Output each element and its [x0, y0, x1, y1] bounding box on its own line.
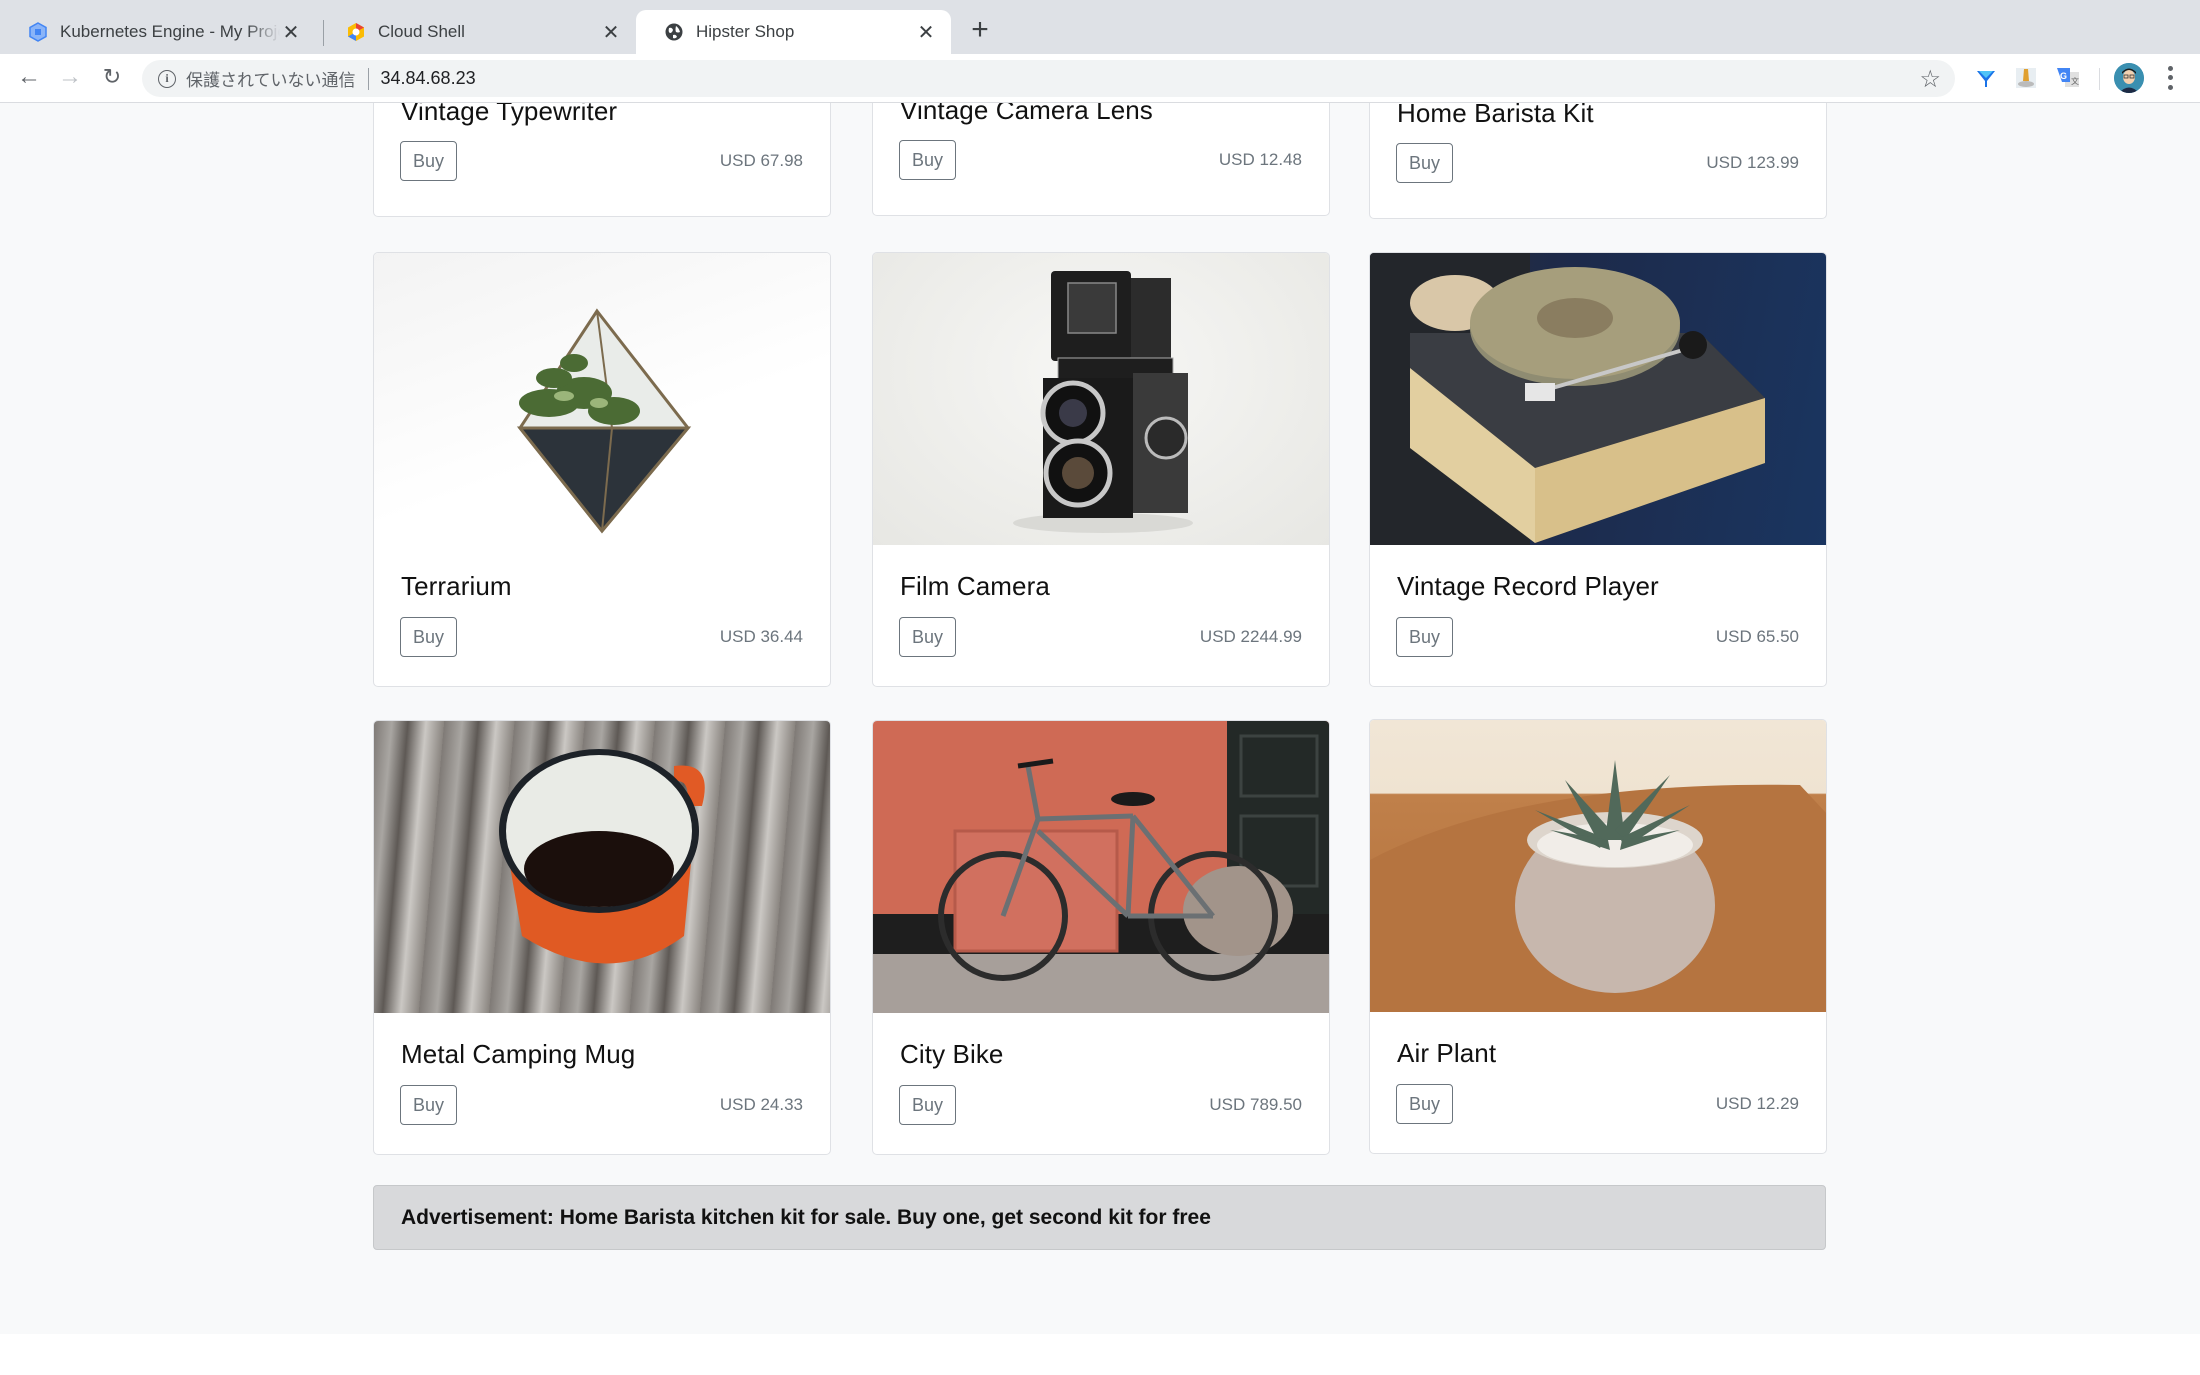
product-card-vintage-typewriter[interactable]: Vintage Typewriter Buy USD 67.98 [373, 103, 831, 217]
buy-button[interactable]: Buy [400, 617, 457, 657]
product-card-city-bike[interactable]: City Bike Buy USD 789.50 [872, 720, 1330, 1155]
product-price: USD 67.98 [719, 151, 803, 170]
address-bar[interactable]: i 保護されていない通信 34.84.68.23 ☆ [142, 60, 1955, 97]
info-icon[interactable]: i [158, 69, 176, 88]
product-name[interactable]: Vintage Typewriter [401, 103, 617, 127]
product-price: USD 789.50 [1209, 1095, 1302, 1114]
product-name[interactable]: Vintage Camera Lens [900, 103, 1153, 126]
buy-button[interactable]: Buy [1396, 617, 1453, 657]
bookmark-star-icon[interactable]: ☆ [1919, 65, 1941, 94]
globe-icon [664, 22, 684, 42]
forward-button[interactable]: → [55, 62, 85, 92]
svg-text:文: 文 [2071, 76, 2079, 86]
product-image-city-bike[interactable] [873, 721, 1329, 1013]
product-image-record-player[interactable] [1370, 253, 1826, 545]
tab-hipster-shop[interactable]: Hipster Shop ✕ [636, 10, 951, 54]
address-divider [367, 67, 369, 90]
tab-title: Cloud Shell [378, 22, 465, 41]
buy-button[interactable]: Buy [899, 617, 956, 657]
buy-button[interactable]: Buy [400, 1085, 457, 1125]
shop-page: Vintage Typewriter Buy USD 67.98 Vintage… [0, 103, 2200, 1334]
product-name[interactable]: Air Plant [1397, 1038, 1496, 1069]
browser-tab-strip: Kubernetes Engine - My Project ✕ Cloud S… [0, 0, 2200, 54]
product-image-air-plant[interactable] [1370, 720, 1826, 1012]
buy-button[interactable]: Buy [1396, 1084, 1453, 1124]
reload-button[interactable]: ↻ [97, 62, 127, 92]
buy-button[interactable]: Buy [899, 140, 956, 180]
product-image-terrarium[interactable] [374, 253, 830, 545]
close-tab-icon[interactable]: ✕ [915, 21, 937, 44]
product-price: USD 36.44 [719, 627, 803, 646]
tab-title: Kubernetes Engine - My Project [60, 22, 280, 41]
product-price: USD 65.50 [1715, 627, 1799, 646]
advertisement-text: Advertisement: Home Barista kitchen kit … [401, 1205, 1211, 1229]
tab-title: Hipster Shop [696, 22, 795, 41]
product-image-camping-mug[interactable] [374, 721, 830, 1013]
security-status-label[interactable]: 保護されていない通信 [186, 66, 356, 91]
tab-cloud-shell[interactable]: Cloud Shell ✕ [318, 10, 636, 54]
advertisement-banner: Advertisement: Home Barista kitchen kit … [373, 1185, 1826, 1250]
product-price: USD 2244.99 [1199, 627, 1302, 646]
product-name[interactable]: Film Camera [900, 571, 1050, 602]
cloud-shell-icon [346, 22, 366, 42]
product-card-terrarium[interactable]: Terrarium Buy USD 36.44 [373, 252, 831, 687]
product-name[interactable]: Vintage Record Player [1397, 571, 1659, 602]
product-name[interactable]: Metal Camping Mug [401, 1039, 635, 1070]
funnel-extension-icon[interactable] [1974, 66, 1998, 90]
product-card-film-camera[interactable]: Film Camera Buy USD 2244.99 [872, 252, 1330, 687]
product-price: USD 12.29 [1715, 1094, 1799, 1113]
browser-menu-icon[interactable] [2160, 64, 2180, 92]
product-card-vintage-camera-lens[interactable]: Vintage Camera Lens Buy USD 12.48 [872, 103, 1330, 216]
browser-toolbar: ← → ↻ i 保護されていない通信 34.84.68.23 ☆ G文 [0, 54, 2200, 103]
product-name[interactable]: City Bike [900, 1039, 1003, 1070]
svg-text:G: G [2060, 71, 2067, 81]
product-card-vintage-record-player[interactable]: Vintage Record Player Buy USD 65.50 [1369, 252, 1827, 687]
product-name[interactable]: Home Barista Kit [1397, 103, 1594, 129]
kubernetes-icon [28, 22, 48, 42]
close-tab-icon[interactable]: ✕ [600, 21, 622, 44]
google-translate-icon[interactable]: G文 [2056, 66, 2080, 90]
profile-avatar[interactable] [2114, 63, 2144, 93]
buy-button[interactable]: Buy [1396, 143, 1453, 183]
back-button[interactable]: ← [14, 62, 44, 92]
url-text[interactable]: 34.84.68.23 [381, 68, 476, 89]
buy-button[interactable]: Buy [899, 1085, 956, 1125]
product-price: USD 24.33 [719, 1095, 803, 1114]
product-name[interactable]: Terrarium [401, 571, 512, 602]
product-price: USD 123.99 [1706, 153, 1799, 172]
product-card-air-plant[interactable]: Air Plant Buy USD 12.29 [1369, 719, 1827, 1154]
tab-kubernetes-engine[interactable]: Kubernetes Engine - My Project ✕ [0, 10, 316, 54]
new-tab-button[interactable]: + [965, 15, 995, 46]
product-image-film-camera[interactable] [873, 253, 1329, 545]
product-card-metal-camping-mug[interactable]: Metal Camping Mug Buy USD 24.33 [373, 720, 831, 1155]
buy-button[interactable]: Buy [400, 141, 457, 181]
product-card-home-barista-kit[interactable]: Home Barista Kit Buy USD 123.99 [1369, 103, 1827, 219]
product-price: USD 12.48 [1218, 150, 1302, 169]
toolbar-separator [2099, 68, 2100, 90]
stamp-extension-icon[interactable] [2014, 66, 2038, 90]
close-tab-icon[interactable]: ✕ [280, 21, 302, 44]
